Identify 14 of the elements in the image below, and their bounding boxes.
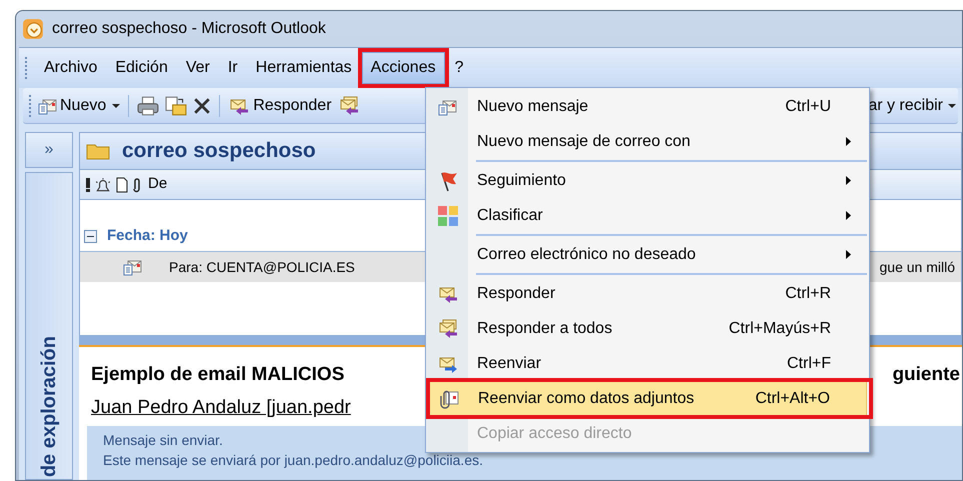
folder-title: correo sospechoso <box>122 138 316 164</box>
message-subject: Ejemplo de email MALICIOS <box>91 363 344 387</box>
message-subject: gue un milló <box>880 258 955 277</box>
shortcut-text: Ctrl+U <box>785 96 832 116</box>
info-text: Este mensaje se enviará por juan.pedro.andaluz@policiia.es. <box>103 451 483 470</box>
message-recipient: Para: CUENTA@POLICIA.ES <box>169 258 355 276</box>
shortcut-text: Ctrl+R <box>785 284 832 304</box>
navigation-pane-title: de exploración <box>37 336 61 477</box>
info-text: Mensaje sin enviar. <box>103 431 223 450</box>
shortcut-text: Ctrl+Mayús+R <box>728 318 832 338</box>
window-title: correo sospechoso - Microsoft Outlook <box>52 19 326 39</box>
message-subject: guiente <box>892 363 960 387</box>
shortcut-text: Ctrl+Alt+O <box>755 388 831 408</box>
shortcut-text: Ctrl+F <box>787 354 832 374</box>
